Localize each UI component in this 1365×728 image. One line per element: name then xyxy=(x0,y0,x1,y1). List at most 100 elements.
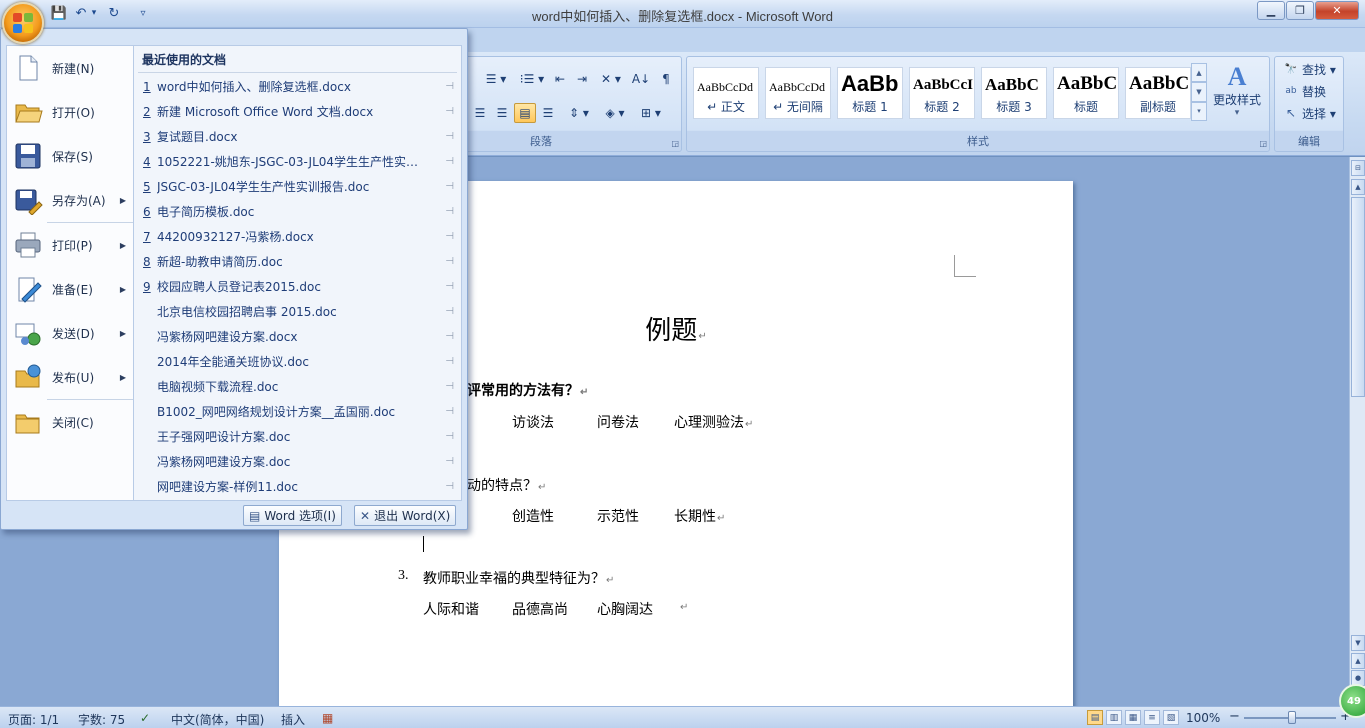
recent-document-item[interactable]: 冯紫杨网吧建设方案.doc ⊣ xyxy=(134,449,460,474)
select-button[interactable]: ↖ 选择 ▾ xyxy=(1283,103,1336,123)
distributed-button[interactable]: ☰ xyxy=(537,103,559,123)
change-styles-button[interactable]: A 更改样式 ▾ xyxy=(1209,63,1265,125)
pin-icon[interactable]: ⊣ xyxy=(445,481,454,492)
question-1[interactable]: 评常用的方法有？↵ xyxy=(467,380,588,400)
menu-prepare[interactable]: 准备(E) ▶ xyxy=(7,267,134,311)
style-title[interactable]: AaBbC 标题 xyxy=(1053,67,1119,119)
pin-icon[interactable]: ⊣ xyxy=(445,156,454,167)
print-layout-view-icon[interactable]: ▤ xyxy=(1087,710,1103,725)
sort-button[interactable]: A↓ xyxy=(629,69,653,89)
show-marks-button[interactable]: ¶ xyxy=(655,69,677,89)
pin-icon[interactable]: ⊣ xyxy=(445,381,454,392)
multilevel-list-button[interactable]: ⁝☰ ▾ xyxy=(513,69,551,89)
menu-send[interactable]: 发送(D) ▶ xyxy=(7,311,134,355)
style-normal[interactable]: AaBbCcDd ↵ 正文 xyxy=(693,67,759,119)
q2-option-3[interactable]: 长期性↵ xyxy=(674,506,725,526)
recent-document-item[interactable]: 8 新超-助教申请简历.doc ⊣ xyxy=(134,249,460,274)
style-heading-3[interactable]: AaBbC 标题 3 xyxy=(981,67,1047,119)
q1-option-3[interactable]: 心理测验法↵ xyxy=(674,412,753,432)
recent-document-item[interactable]: 6 电子简历模板.doc ⊣ xyxy=(134,199,460,224)
recent-document-item[interactable]: 2 新建 Microsoft Office Word 文档.docx ⊣ xyxy=(134,99,460,124)
question-3[interactable]: 教师职业幸福的典型特征为？↵ xyxy=(423,568,614,588)
style-heading-1[interactable]: AaBb 标题 1 xyxy=(837,67,903,119)
scroll-down-icon[interactable]: ▼ xyxy=(1351,635,1365,651)
question-2[interactable]: 动的特点？↵ xyxy=(467,475,546,495)
pin-icon[interactable]: ⊣ xyxy=(445,356,454,367)
styles-dialog-launcher-icon[interactable]: ◲ xyxy=(1259,139,1267,148)
outline-view-icon[interactable]: ≡ xyxy=(1144,710,1160,725)
borders-button[interactable]: ⊞ ▾ xyxy=(635,103,667,123)
pin-icon[interactable]: ⊣ xyxy=(445,306,454,317)
menu-save-as[interactable]: 另存为(A) ▶ xyxy=(7,178,134,222)
macro-record-icon[interactable]: ▦ xyxy=(322,711,333,725)
vertical-scrollbar[interactable]: ⊟ ▲ ▼ ▲ ● ▼ xyxy=(1349,157,1365,706)
word-count[interactable]: 字数: 75 xyxy=(78,711,125,728)
pin-icon[interactable]: ⊣ xyxy=(445,106,454,117)
scroll-up-icon[interactable]: ▲ xyxy=(1351,179,1365,195)
word-options-button[interactable]: ▤ Word 选项(I) xyxy=(243,505,342,526)
find-button[interactable]: 🔭 查找 ▾ xyxy=(1283,59,1336,79)
exit-word-button[interactable]: ✕ 退出 Word(X) xyxy=(354,505,457,526)
zoom-out-icon[interactable]: − xyxy=(1229,709,1240,724)
q3-option-3[interactable]: 心胸阔达 xyxy=(597,599,653,619)
q2-option-2[interactable]: 示范性 xyxy=(597,506,639,526)
page-count[interactable]: 页面: 1/1 xyxy=(8,711,59,728)
pin-icon[interactable]: ⊣ xyxy=(445,331,454,342)
maximize-button[interactable]: ❐ xyxy=(1286,1,1314,20)
recent-document-item[interactable]: 电脑视频下载流程.doc ⊣ xyxy=(134,374,460,399)
align-right-button[interactable]: ☰ xyxy=(491,103,513,123)
pin-icon[interactable]: ⊣ xyxy=(445,281,454,292)
previous-page-icon[interactable]: ▲ xyxy=(1351,653,1365,669)
zoom-slider-thumb[interactable] xyxy=(1288,711,1296,724)
styles-scroll-down-icon[interactable]: ▼ xyxy=(1191,82,1207,102)
recent-document-item[interactable]: 7 44200932127-冯紫杨.docx ⊣ xyxy=(134,224,460,249)
paragraph-dialog-launcher-icon[interactable]: ◲ xyxy=(671,139,679,148)
styles-scroll-up-icon[interactable]: ▲ xyxy=(1191,63,1207,83)
align-center-button[interactable]: ☰ xyxy=(469,103,491,123)
office-button[interactable] xyxy=(2,2,44,44)
decrease-indent-button[interactable]: ⇤ xyxy=(549,69,571,89)
pin-icon[interactable]: ⊣ xyxy=(445,206,454,217)
line-spacing-button[interactable]: ⇕ ▾ xyxy=(563,103,595,123)
pin-icon[interactable]: ⊣ xyxy=(445,256,454,267)
menu-publish[interactable]: 发布(U) ▶ xyxy=(7,355,134,399)
recent-document-item[interactable]: 5 JSGC-03-JL04学生生产性实训报告.doc ⊣ xyxy=(134,174,460,199)
pin-icon[interactable]: ⊣ xyxy=(445,431,454,442)
speed-badge-icon[interactable]: 49 xyxy=(1339,684,1365,718)
recent-document-item[interactable]: 3 复试题目.docx ⊣ xyxy=(134,124,460,149)
insert-mode-indicator[interactable]: 插入 xyxy=(281,711,305,728)
pin-icon[interactable]: ⊣ xyxy=(445,81,454,92)
styles-more-icon[interactable]: ▾ xyxy=(1191,101,1207,121)
recent-document-item[interactable]: 网吧建设方案-样例11.doc ⊣ xyxy=(134,474,460,499)
style-heading-2[interactable]: AaBbCcI 标题 2 xyxy=(909,67,975,119)
menu-open[interactable]: 打开(O) xyxy=(7,90,134,134)
scroll-thumb[interactable] xyxy=(1351,197,1365,397)
numbering-button[interactable]: ☰ ▾ xyxy=(479,69,513,89)
pin-icon[interactable]: ⊣ xyxy=(445,456,454,467)
increase-indent-button[interactable]: ⇥ xyxy=(571,69,593,89)
recent-document-item[interactable]: 北京电信校园招聘启事 2015.doc ⊣ xyxy=(134,299,460,324)
style-subtitle[interactable]: AaBbC 副标题 xyxy=(1125,67,1191,119)
minimize-button[interactable]: ▁ xyxy=(1257,1,1285,20)
q3-option-2[interactable]: 品德高尚 xyxy=(512,599,568,619)
justify-button[interactable]: ▤ xyxy=(514,103,536,123)
shading-button[interactable]: ◈ ▾ xyxy=(599,103,631,123)
q2-option-1[interactable]: 创造性 xyxy=(512,506,554,526)
pin-icon[interactable]: ⊣ xyxy=(445,131,454,142)
replace-button[interactable]: ab 替换 xyxy=(1283,81,1326,101)
menu-new[interactable]: 新建(N) xyxy=(7,46,134,90)
web-layout-view-icon[interactable]: ▦ xyxy=(1125,710,1141,725)
q1-option-2[interactable]: 问卷法 xyxy=(597,412,639,432)
recent-document-item[interactable]: B1002_网吧网络规划设计方案__孟国丽.doc ⊣ xyxy=(134,399,460,424)
full-screen-reading-view-icon[interactable]: ▥ xyxy=(1106,710,1122,725)
recent-document-item[interactable]: 9 校园应聘人员登记表2015.doc ⊣ xyxy=(134,274,460,299)
ruler-toggle-icon[interactable]: ⊟ xyxy=(1351,160,1365,176)
q1-option-1[interactable]: 访谈法 xyxy=(512,412,554,432)
recent-document-item[interactable]: 2014年全能通关班协议.doc ⊣ xyxy=(134,349,460,374)
recent-document-item[interactable]: 1 word中如何插入、删除复选框.docx ⊣ xyxy=(134,74,460,99)
close-window-button[interactable]: ✕ xyxy=(1315,1,1359,20)
pin-icon[interactable]: ⊣ xyxy=(445,231,454,242)
recent-document-item[interactable]: 王子强网吧设计方案.doc ⊣ xyxy=(134,424,460,449)
proofing-icon[interactable]: ✓ xyxy=(140,711,150,725)
pin-icon[interactable]: ⊣ xyxy=(445,406,454,417)
